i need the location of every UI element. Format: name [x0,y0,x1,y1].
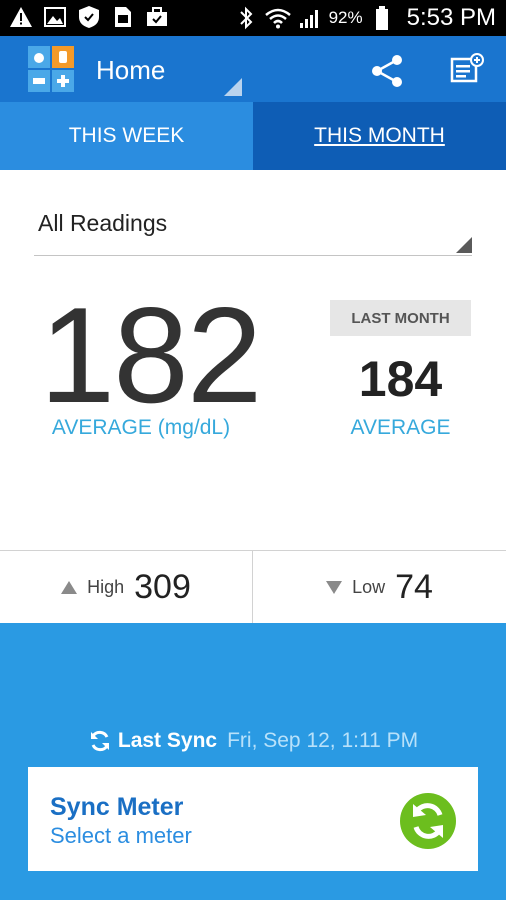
sync-meter-title: Sync Meter [50,793,184,821]
dropdown-caret-icon [456,237,472,253]
app-title[interactable]: Home [96,55,165,86]
share-icon[interactable] [368,51,408,91]
last-month-average-label: AVERAGE [350,416,451,439]
last-month-badge: LAST MONTH [330,300,471,336]
signal-icon [297,5,323,31]
sync-panel: Last Sync Fri, Sep 12, 1:11 PM Sync Mete… [0,623,506,900]
shield-icon [76,4,102,30]
high-label: High [87,576,125,597]
clock: 5:53 PM [406,4,496,31]
battery-percent: 92% [328,8,363,27]
app-bar: Home [0,36,506,102]
average-label: AVERAGE (mg/dL) [51,416,231,439]
sync-icon[interactable] [400,793,456,849]
dropdown-caret-icon[interactable] [224,78,242,96]
wifi-icon [264,5,291,31]
image-icon [42,4,68,30]
last-sync-date: Fri, Sep 12, 1:11 PM [227,729,419,752]
readings-filter-select[interactable]: All Readings [34,196,472,256]
sync-meter-subtitle: Select a meter [50,823,192,848]
high-value: 309 [134,567,191,606]
status-bar: 92% 5:53 PM [0,0,506,36]
bluetooth-icon [233,5,259,31]
high-reading: High 309 [0,551,253,623]
average-value: 182 [39,279,263,431]
low-label: Low [352,576,386,597]
briefcase-icon [144,4,170,30]
tab-this-week[interactable]: THIS WEEK [0,102,253,170]
last-sync-row: Last Sync Fri, Sep 12, 1:11 PM [0,729,506,753]
sync-meter-card[interactable]: Sync Meter Select a meter [28,767,478,871]
last-month-average-value: 184 [358,351,443,407]
last-sync-label: Last Sync [117,729,218,752]
sim-icon [110,4,136,30]
period-tabs: THIS WEEK THIS MONTH [0,102,506,170]
low-value: 74 [395,567,433,606]
battery-icon [369,5,395,31]
low-reading: Low 74 [253,551,506,623]
readings-filter-value: All Readings [38,210,168,236]
arrow-down-icon [326,580,343,594]
arrow-up-icon [61,580,78,594]
tab-this-month[interactable]: THIS MONTH [253,102,506,170]
alert-icon [8,4,34,30]
high-low-summary: High 309 Low 74 [0,550,506,623]
refresh-icon [88,729,112,753]
add-note-icon[interactable] [446,51,486,91]
app-logo-icon[interactable] [28,46,74,92]
